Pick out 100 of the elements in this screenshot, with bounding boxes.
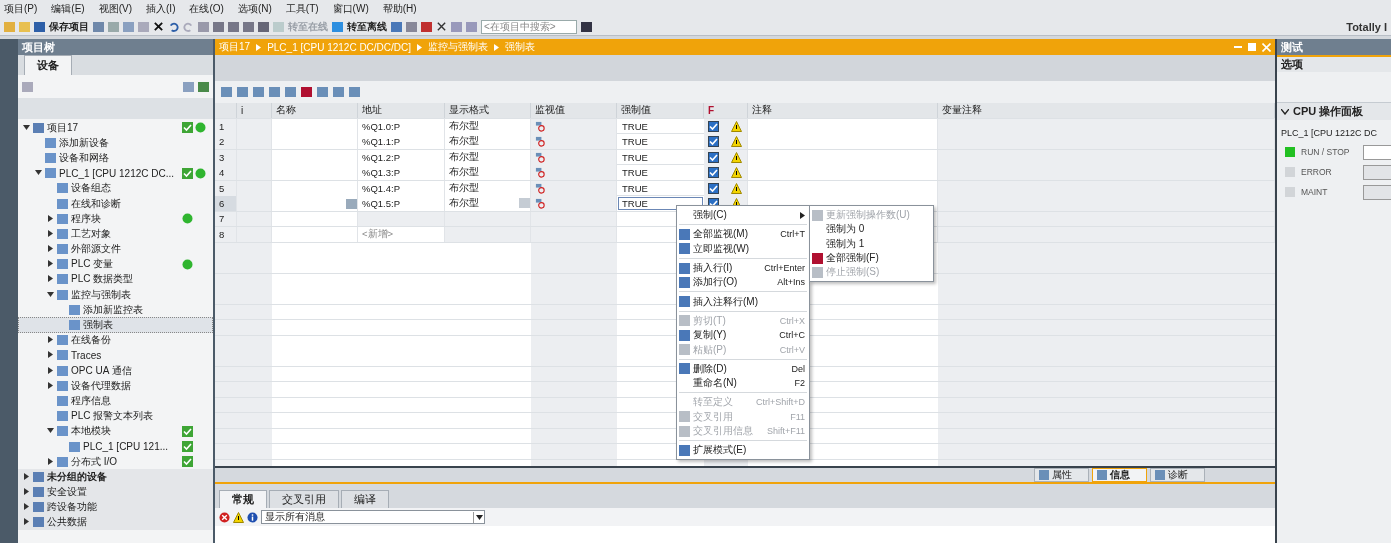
- tree-item[interactable]: 设备和网络: [18, 150, 213, 166]
- search-field[interactable]: <在项目中搜索>: [481, 19, 577, 34]
- tree-label: OPC UA 通信: [71, 363, 132, 378]
- tree-label: 本地模块: [71, 424, 111, 439]
- inspector-tab[interactable]: 信息: [1092, 468, 1147, 482]
- inspector-subtab[interactable]: 编译: [341, 490, 389, 508]
- message-filter-dropdown[interactable]: 显示所有消息: [261, 510, 485, 524]
- collapsed-caret-icon[interactable]: [23, 488, 30, 496]
- checkbox[interactable]: [708, 151, 719, 163]
- context-menu-item[interactable]: 立即监视(W): [677, 241, 809, 256]
- tree-item[interactable]: PLC 数据类型: [18, 271, 213, 288]
- collapsed-caret-icon[interactable]: [47, 260, 54, 268]
- menu-item[interactable]: 在线(O): [189, 2, 224, 16]
- tree-item[interactable]: 强制表: [18, 317, 213, 333]
- context-menu-item[interactable]: 扩展模式(E): [677, 443, 809, 458]
- menu-item[interactable]: 编辑(E): [51, 2, 85, 16]
- menu-item[interactable]: 帮助(H): [382, 2, 417, 16]
- inspector-subtab[interactable]: 交叉引用: [269, 490, 339, 508]
- tree-item[interactable]: 分布式 I/O: [18, 454, 213, 470]
- inspector-tab[interactable]: 诊断: [1150, 468, 1205, 482]
- tree-item[interactable]: PLC_1 [CPU 121...: [18, 438, 213, 455]
- tree-item[interactable]: OPC UA 通信: [18, 363, 213, 379]
- folder-icon: [57, 426, 68, 437]
- inspector-tab[interactable]: 属性: [1034, 468, 1089, 482]
- context-menu-item[interactable]: 删除(D) Del: [677, 361, 809, 376]
- breadcrumb-separator-icon: [494, 43, 500, 51]
- tab-icon: [1097, 470, 1107, 480]
- cpu-panel-header[interactable]: CPU 操作面板: [1277, 102, 1391, 120]
- tree-item[interactable]: 设备代理数据: [18, 378, 213, 394]
- collapsed-caret-icon[interactable]: [47, 457, 54, 465]
- submenu-item[interactable]: 全部强制(F): [810, 250, 933, 266]
- context-menu-item[interactable]: 重命名(N) F2: [677, 375, 809, 391]
- tree-item[interactable]: 监控与强制表: [18, 287, 213, 303]
- collapsed-caret-icon[interactable]: [47, 245, 54, 253]
- collapsed-caret-icon[interactable]: [47, 275, 54, 283]
- collapsed-caret-icon[interactable]: [23, 518, 30, 526]
- tree-item[interactable]: 程序信息: [18, 393, 213, 409]
- expanded-caret-icon[interactable]: [47, 427, 54, 435]
- menu-item[interactable]: 窗口(W): [332, 2, 369, 16]
- context-menu-item[interactable]: 全部监视(M) Ctrl+T: [677, 227, 809, 242]
- breadcrumb-separator-icon: [256, 43, 262, 51]
- context-menu-item[interactable]: 强制(C): [677, 208, 809, 223]
- tree-item[interactable]: 工艺对象: [18, 226, 213, 242]
- menu-item[interactable]: 项目(P): [4, 2, 38, 16]
- collapsed-caret-icon[interactable]: [47, 229, 54, 237]
- column-header: 显示格式: [445, 103, 531, 118]
- context-menu-item[interactable]: 添加行(O) Alt+Ins: [677, 275, 809, 290]
- checkbox[interactable]: [708, 136, 719, 147]
- tree-item[interactable]: 本地模块: [18, 423, 213, 439]
- context-menu-item[interactable]: 复制(Y) Ctrl+C: [677, 328, 809, 343]
- collapsed-caret-icon[interactable]: [47, 214, 54, 222]
- tree-item[interactable]: PLC 变量: [18, 256, 213, 272]
- inspector-subtab[interactable]: 常规: [219, 490, 267, 508]
- tree-item[interactable]: 外部源文件: [18, 241, 213, 257]
- tree-item[interactable]: Traces: [18, 347, 213, 363]
- menu-item[interactable]: 选项(N): [237, 2, 272, 16]
- context-menu-item[interactable]: 插入注释行(M): [677, 294, 809, 309]
- tree-label: 程序块: [71, 211, 101, 226]
- tree-item[interactable]: 项目17: [18, 120, 213, 136]
- save-project-button[interactable]: 保存项目: [49, 19, 89, 34]
- row-number[interactable]: 6: [215, 196, 237, 211]
- row-number[interactable]: 8: [215, 227, 237, 242]
- context-menu-item[interactable]: 插入行(I) Ctrl+Enter: [677, 260, 809, 276]
- tree-item[interactable]: PLC_1 [CPU 1212C DC...: [18, 165, 213, 181]
- menu-item[interactable]: 插入(I): [146, 2, 176, 16]
- checkbox[interactable]: [708, 182, 719, 194]
- tree-item[interactable]: 在线和诊断: [18, 195, 213, 212]
- collapsed-caret-icon[interactable]: [47, 351, 54, 359]
- tree-item[interactable]: 程序块: [18, 211, 213, 227]
- row-number[interactable]: 2: [215, 134, 237, 149]
- expanded-caret-icon[interactable]: [47, 290, 54, 298]
- tree-item[interactable]: 未分组的设备: [18, 469, 213, 485]
- go-offline-button[interactable]: 转至离线: [347, 19, 387, 34]
- column-header: 地址: [358, 103, 445, 118]
- collapsed-caret-icon[interactable]: [23, 503, 30, 511]
- tree-label: 在线备份: [71, 333, 111, 348]
- collapsed-caret-icon[interactable]: [47, 336, 54, 344]
- tree-item[interactable]: PLC 报警文本列表: [18, 408, 213, 424]
- expanded-caret-icon[interactable]: [23, 123, 30, 131]
- expanded-caret-icon[interactable]: [35, 169, 42, 177]
- panel-button[interactable]: [1363, 144, 1391, 160]
- checkbox[interactable]: [708, 167, 719, 178]
- tree-item[interactable]: 添加新监控表: [18, 302, 213, 318]
- menu-item[interactable]: 工具(T): [285, 2, 319, 16]
- submenu-item[interactable]: 强制为 1: [810, 236, 933, 251]
- tree-item[interactable]: 添加新设备: [18, 135, 213, 151]
- dropdown-arrow-icon: [475, 514, 483, 520]
- tree-label: 强制表: [83, 318, 113, 333]
- tree-item[interactable]: 设备组态: [18, 180, 213, 196]
- folder-icon: [57, 456, 68, 467]
- collapsed-caret-icon[interactable]: [47, 381, 54, 389]
- tree-item[interactable]: 在线备份: [18, 332, 213, 348]
- collapsed-caret-icon[interactable]: [23, 472, 30, 480]
- submenu-item[interactable]: 强制为 0: [810, 222, 933, 237]
- menu-item[interactable]: 视图(V): [98, 2, 133, 16]
- collapsed-caret-icon[interactable]: [47, 366, 54, 374]
- tree-label: 添加新设备: [59, 135, 109, 150]
- row-number[interactable]: 4: [215, 165, 237, 180]
- checkbox[interactable]: [708, 120, 719, 132]
- panel-tab[interactable]: 设备: [24, 55, 72, 75]
